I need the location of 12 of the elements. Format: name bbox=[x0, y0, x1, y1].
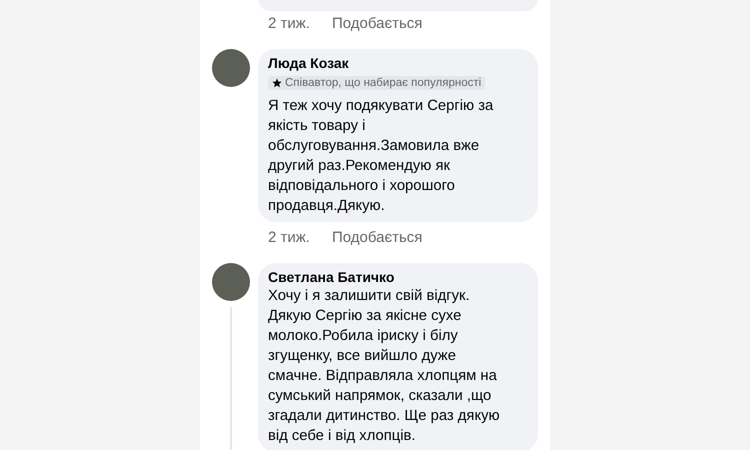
author-name[interactable]: Светлана Батичко bbox=[268, 268, 528, 286]
comment-text: Я теж хочу подякувати Сергію за якість товару і обслуговування.Замовила вже другий раз.Рекомендую як відповідального і хорошого продавця.Дякую. bbox=[268, 97, 494, 216]
author-name[interactable]: Люда Козак bbox=[268, 54, 528, 72]
comment-time[interactable]: 2 тиж. bbox=[268, 226, 310, 250]
avatar[interactable] bbox=[212, 263, 250, 301]
contributor-badge: Співавтор, що набирає популярності bbox=[268, 76, 486, 90]
comment-text: Хочу і я залишити свій відгук. Дякую Сергію за якісне сухе молоко.Робила іриску і білу згущенку, все вийшло дуже смачне. Відправляла хлопцям на сумський напрямок, сказали ,що згадали дитинство. Ще раз дякую від себе і від хлопців. bbox=[268, 287, 501, 446]
comment-time[interactable]: 2 тиж. bbox=[268, 12, 310, 36]
avatar[interactable] bbox=[212, 49, 250, 87]
star-icon bbox=[272, 78, 282, 88]
like-link[interactable]: Подобається bbox=[332, 12, 422, 36]
like-link[interactable]: Подобається bbox=[332, 226, 422, 250]
